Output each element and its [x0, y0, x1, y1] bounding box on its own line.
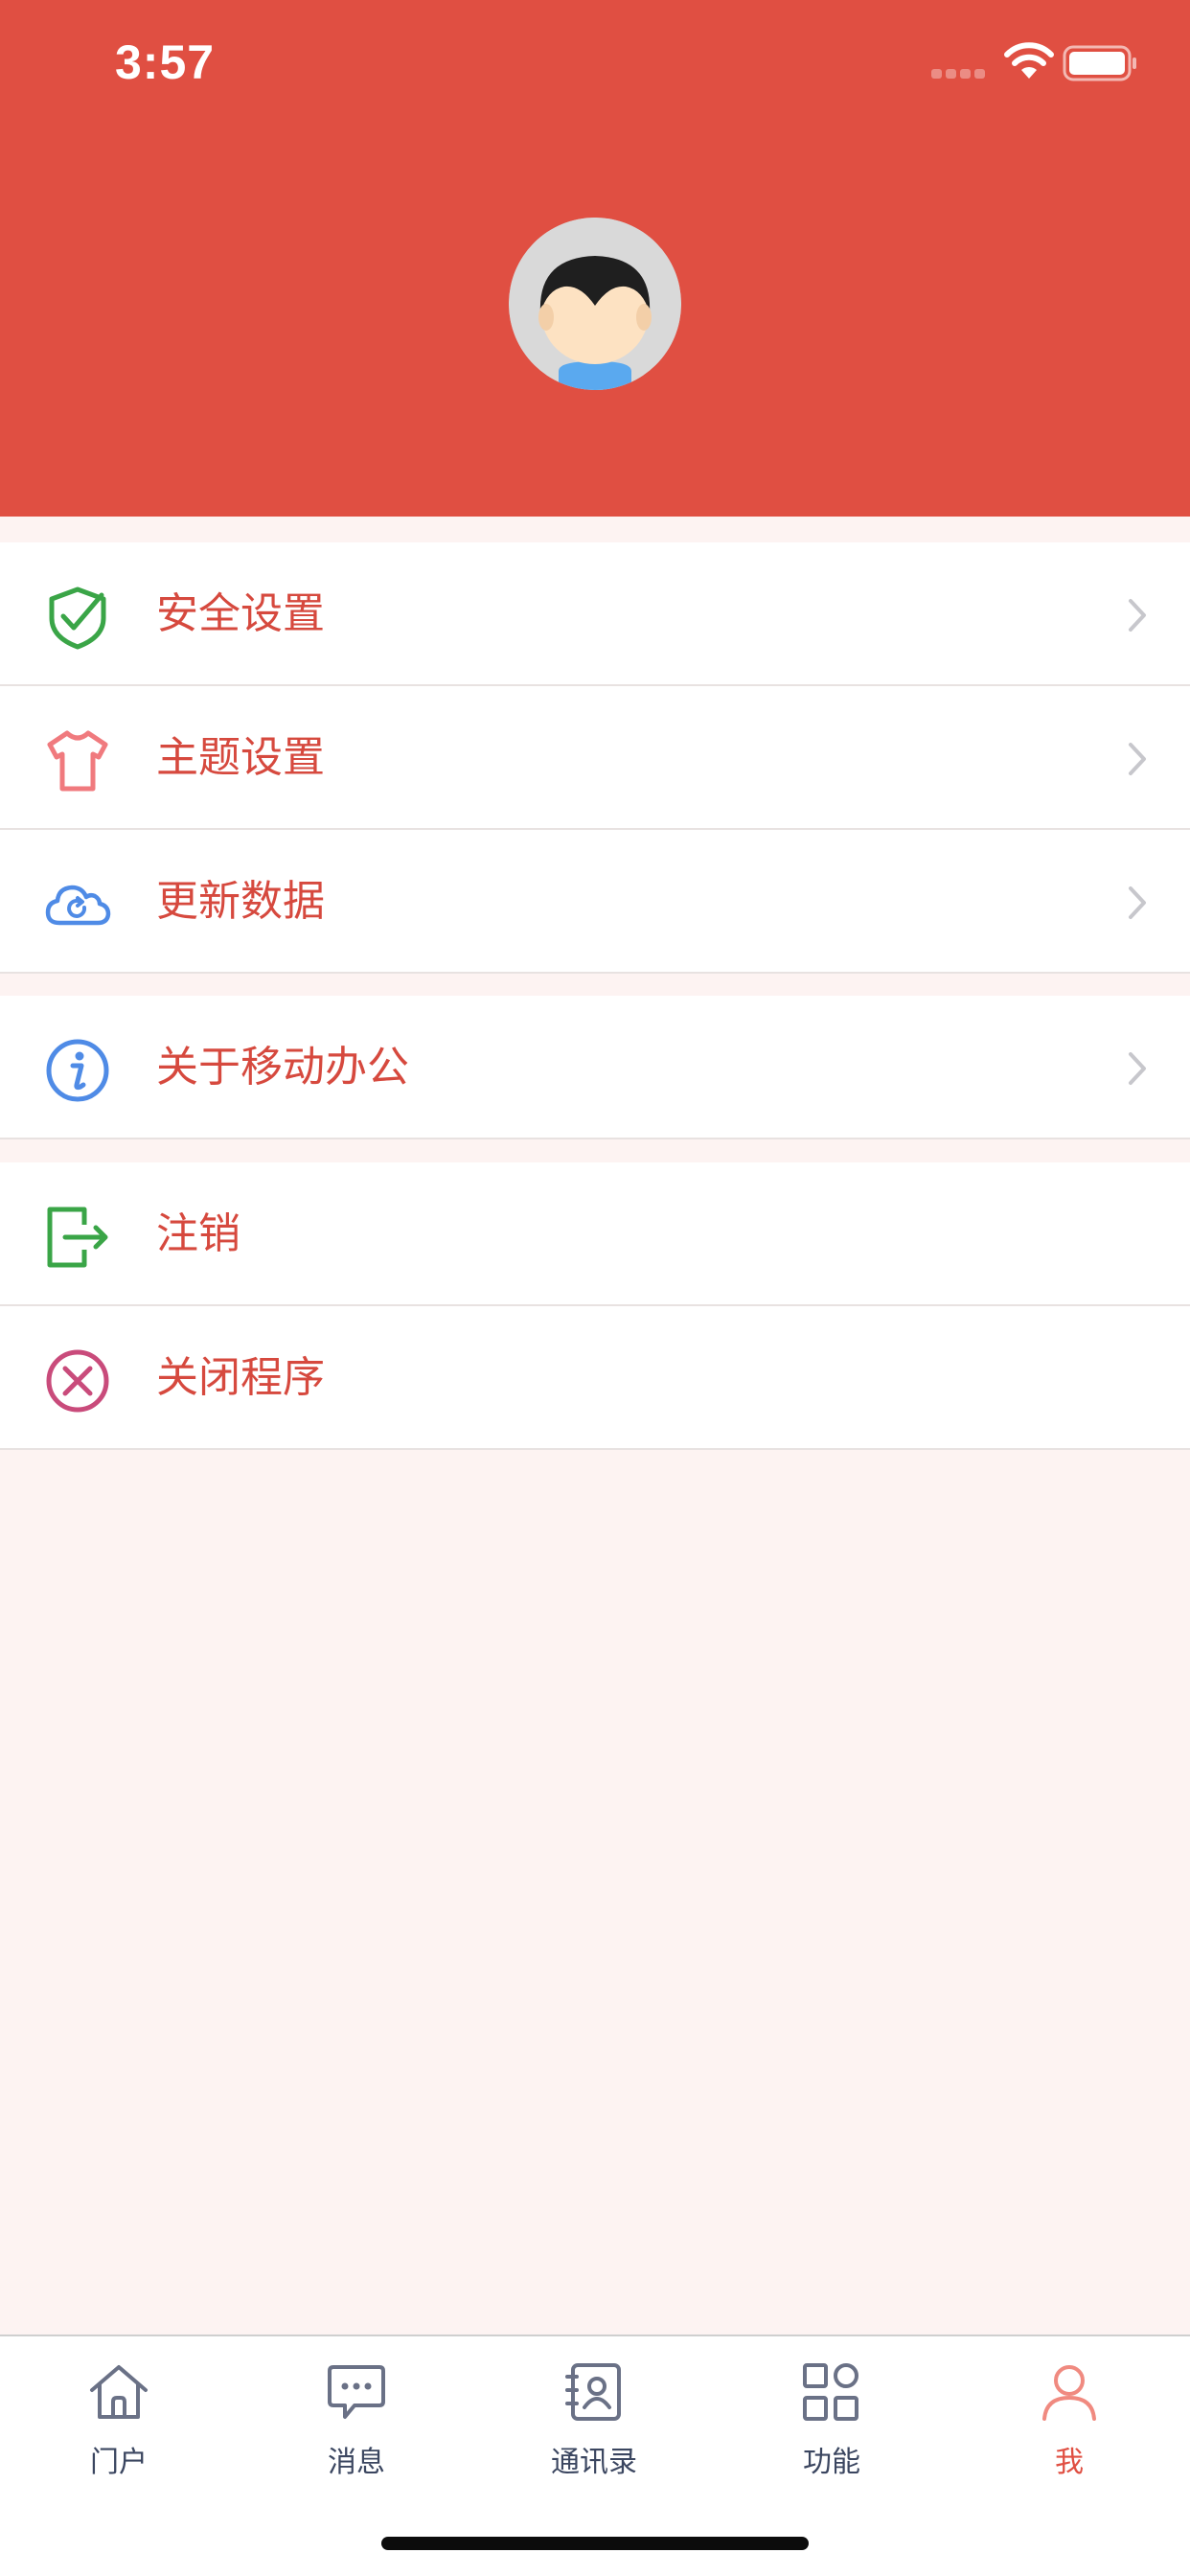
menu-item-label: 关于移动办公 [156, 1043, 409, 1092]
user-avatar-icon [509, 218, 681, 390]
tab-label: 功能 [803, 2446, 860, 2479]
tab-messages[interactable]: 消息 [238, 2336, 475, 2490]
tab-me[interactable]: 我 [950, 2336, 1188, 2490]
status-time: 3:57 [115, 35, 216, 89]
shield-check-icon [49, 586, 106, 650]
info-icon [46, 1039, 109, 1102]
tab-label: 门户 [90, 2446, 148, 2479]
apps-icon [803, 2363, 858, 2421]
menu-item-label: 更新数据 [156, 877, 325, 926]
settings-group: 安全设置 主题设置 更新数据 [0, 542, 1190, 974]
tab-contacts[interactable]: 通讯录 [475, 2336, 713, 2490]
chevron-right-icon [1129, 743, 1146, 775]
avatar[interactable] [509, 218, 681, 390]
menu-item-close-app[interactable]: 关闭程序 [0, 1306, 1190, 1450]
menu-item-label: 主题设置 [156, 733, 325, 782]
chevron-right-icon [1129, 1052, 1146, 1085]
tab-label: 我 [1055, 2446, 1084, 2479]
battery-icon [1063, 45, 1136, 81]
home-indicator[interactable] [381, 2537, 809, 2550]
menu-item-security[interactable]: 安全设置 [0, 542, 1190, 686]
menu-item-update-data[interactable]: 更新数据 [0, 830, 1190, 974]
tab-label: 通讯录 [551, 2446, 637, 2479]
menu-item-label: 关闭程序 [156, 1353, 325, 1402]
menu-item-about[interactable]: 关于移动办公 [0, 996, 1190, 1139]
about-group: 关于移动办公 [0, 996, 1190, 1139]
shirt-icon [47, 730, 108, 792]
person-icon [1042, 2365, 1096, 2421]
tab-portal[interactable]: 门户 [0, 2336, 238, 2490]
wifi-icon [1004, 42, 1054, 79]
session-group: 注销 关闭程序 [0, 1162, 1190, 1450]
cloud-refresh-icon [45, 885, 111, 926]
profile-header: 3:57 [0, 0, 1190, 517]
home-icon [90, 2365, 148, 2419]
menu-item-label: 安全设置 [156, 589, 325, 638]
contacts-icon [565, 2363, 621, 2421]
profile-page: 3:57 安全设置 主题设置 更新数据 关于移动办公 注销 关闭程序 门户 消息… [0, 0, 1190, 2576]
logout-icon [47, 1207, 108, 1268]
menu-item-theme[interactable]: 主题设置 [0, 686, 1190, 830]
close-circle-icon [46, 1349, 109, 1413]
menu-item-logout[interactable]: 注销 [0, 1162, 1190, 1306]
cellular-signal-icon [931, 69, 985, 79]
menu-item-label: 注销 [156, 1209, 240, 1258]
chevron-right-icon [1129, 599, 1146, 632]
chevron-right-icon [1129, 886, 1146, 919]
tab-label: 消息 [328, 2446, 385, 2479]
tab-functions[interactable]: 功能 [713, 2336, 950, 2490]
chat-icon [328, 2365, 385, 2419]
